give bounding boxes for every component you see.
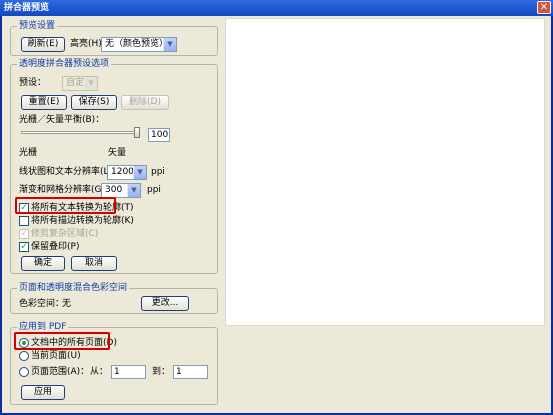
from-input[interactable]: 1 bbox=[111, 365, 146, 379]
preserve-overprint-checkbox[interactable]: ✓ bbox=[19, 242, 29, 252]
apply-button[interactable]: 应用 bbox=[21, 385, 65, 400]
chevron-down-icon[interactable]: ▼ bbox=[127, 184, 140, 197]
ok-button[interactable]: 确定 bbox=[21, 256, 65, 271]
balance-label: 光栅／矢量平衡(B)： bbox=[19, 115, 105, 125]
gradient-resolution-select[interactable]: 300 ▼ bbox=[101, 183, 141, 198]
balance-slider-thumb[interactable] bbox=[134, 127, 140, 138]
vector-label: 矢量 bbox=[108, 148, 127, 158]
gradient-resolution-label: 渐变和网格分辨率(G)： bbox=[19, 185, 114, 195]
line-art-resolution-value: 1200 bbox=[111, 167, 134, 177]
chevron-down-icon[interactable]: ▼ bbox=[84, 77, 97, 90]
color-space-label: 色彩空间： bbox=[19, 299, 65, 309]
preset-options-title: 透明度拼合器预设选项 bbox=[17, 59, 112, 69]
apply-pdf-title: 应用到 PDF bbox=[17, 322, 69, 332]
highlight-select-value: 无（颜色预览） bbox=[105, 39, 169, 49]
preview-settings-title: 预览设置 bbox=[17, 21, 58, 31]
refresh-button[interactable]: 刷新(E) bbox=[21, 37, 65, 52]
color-space-title: 页面和透明度混合色彩空间 bbox=[17, 283, 130, 293]
raster-label: 光栅 bbox=[19, 148, 38, 158]
line-art-resolution-label: 线状图和文本分辨率(L)： bbox=[19, 167, 122, 177]
convert-strokes-label[interactable]: 将所有描边转换为轮廓(K) bbox=[31, 215, 134, 227]
from-label: 从： bbox=[90, 367, 109, 377]
color-space-value: 无 bbox=[62, 299, 72, 309]
clip-regions-checkbox[interactable]: ✓ bbox=[19, 229, 29, 239]
delete-button[interactable]: 删除(D) bbox=[121, 95, 169, 110]
to-label: 到： bbox=[152, 367, 171, 377]
window-title: 拼合器预览 bbox=[4, 3, 50, 13]
chevron-down-icon[interactable]: ▼ bbox=[163, 38, 176, 51]
chevron-down-icon[interactable]: ▼ bbox=[133, 166, 146, 179]
close-icon[interactable]: ✕ bbox=[537, 1, 551, 14]
title-bar: 拼合器预览 ✕ bbox=[0, 0, 553, 16]
preset-select[interactable]: 自定义 ▼ bbox=[62, 76, 98, 91]
change-button[interactable]: 更改... bbox=[141, 296, 189, 311]
current-page-radio[interactable] bbox=[19, 351, 29, 361]
convert-strokes-checkbox[interactable] bbox=[19, 216, 29, 226]
save-button[interactable]: 保存(S) bbox=[71, 95, 117, 110]
ppi-unit: ppi bbox=[147, 185, 161, 195]
line-art-resolution-select[interactable]: 1200 ▼ bbox=[107, 165, 147, 180]
cancel-button[interactable]: 取消 bbox=[71, 256, 117, 271]
annotation-highlight-convert-text bbox=[15, 197, 116, 214]
preserve-overprint-label[interactable]: 保留叠印(P) bbox=[31, 241, 79, 253]
ppi-unit: ppi bbox=[151, 167, 165, 177]
highlight-label: 高亮(H) bbox=[70, 39, 102, 49]
page-range-label[interactable]: 页面范围(A)： bbox=[31, 366, 89, 378]
to-input[interactable]: 1 bbox=[173, 365, 208, 379]
highlight-select[interactable]: 无（颜色预览） ▼ bbox=[101, 37, 177, 52]
current-page-label[interactable]: 当前页面(U) bbox=[31, 350, 81, 362]
preset-label: 预设： bbox=[19, 78, 47, 88]
annotation-highlight-all-pages bbox=[14, 332, 110, 350]
balance-slider-track[interactable] bbox=[21, 131, 138, 134]
page-range-radio[interactable] bbox=[19, 367, 29, 377]
clip-regions-label[interactable]: 修剪复杂区域(C) bbox=[31, 228, 98, 240]
balance-input[interactable]: 100 bbox=[148, 128, 170, 142]
reset-button[interactable]: 重置(E) bbox=[21, 95, 67, 110]
gradient-resolution-value: 300 bbox=[105, 185, 123, 195]
preview-canvas bbox=[225, 18, 545, 326]
